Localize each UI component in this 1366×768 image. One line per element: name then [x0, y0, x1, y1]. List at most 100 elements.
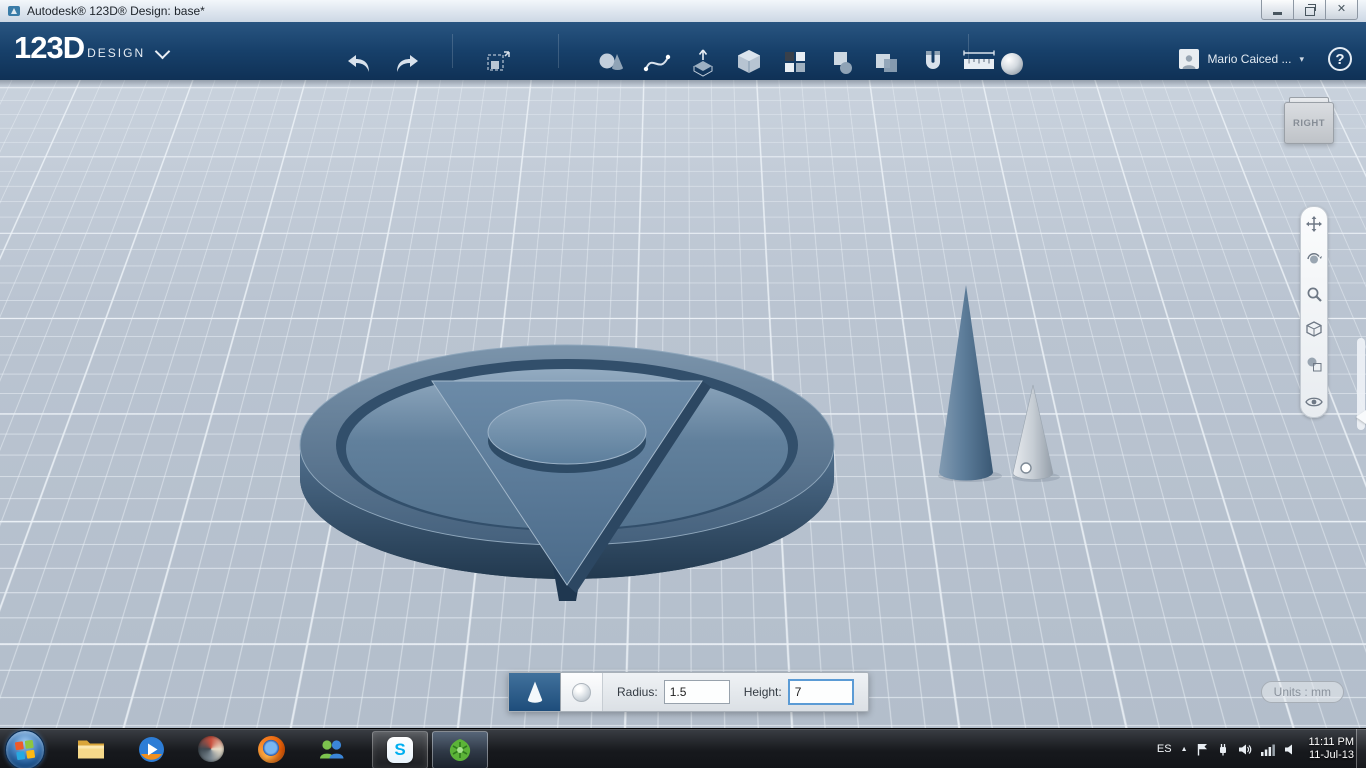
pattern-tool-button[interactable] [778, 46, 812, 78]
media-app-icon [198, 736, 224, 762]
primitives-icon [599, 53, 623, 70]
snap-icon [926, 51, 940, 69]
taskbar-media-app-button[interactable] [184, 731, 238, 767]
app-menu-button[interactable]: 123D DESIGN [14, 30, 171, 66]
user-name: Mario Caiced ... [1207, 52, 1292, 66]
pattern-icon [785, 52, 805, 72]
desktop-screen: Autodesk® 123D® Design: base* ✕ 123D DES… [0, 0, 1366, 768]
toolbar-separator [968, 34, 969, 68]
view-cube-front-face[interactable]: RIGHT [1284, 102, 1334, 144]
material-sphere-icon [1001, 53, 1023, 75]
construct-icon [693, 49, 713, 77]
user-dropdown-icon: ▾ [1299, 53, 1304, 64]
primitives-tool-button[interactable] [594, 46, 628, 78]
close-button[interactable]: ✕ [1325, 0, 1358, 20]
cone-icon [527, 681, 542, 703]
toolbar-separator [452, 34, 453, 68]
material-tool-button[interactable] [996, 50, 1028, 78]
sketch-icon [643, 54, 671, 72]
user-account-menu[interactable]: Mario Caiced ... ▾ [1179, 49, 1304, 69]
radius-label: Radius: [617, 685, 658, 699]
radius-input[interactable] [663, 680, 730, 704]
logo-design: DESIGN [87, 46, 146, 60]
system-tray: ES ▲ 11:11 PM 11-Jul-13 [1157, 729, 1354, 768]
visibility-button[interactable] [1305, 393, 1323, 411]
transform-tool-button[interactable] [478, 46, 518, 80]
start-button[interactable] [5, 730, 45, 768]
panel-collapse-arrow[interactable] [1356, 410, 1366, 424]
snap-tool-button[interactable] [916, 46, 950, 78]
close-icon: ✕ [1336, 3, 1347, 15]
taskbar-messenger-button[interactable] [304, 731, 358, 767]
orbit-button[interactable] [1305, 250, 1323, 268]
view-settings-button[interactable] [1305, 355, 1323, 373]
window-titlebar[interactable]: Autodesk® 123D® Design: base* ✕ [0, 0, 1366, 23]
taskbar-mediaplayer-button[interactable] [124, 731, 178, 767]
construct-tool-button[interactable] [686, 46, 720, 78]
units-indicator: Units : mm [1260, 681, 1344, 703]
3d-viewport[interactable]: RIGHT Radius: 1.5 Height: 7 Units: mm [0, 80, 1366, 728]
clock-time: 11:11 PM [1308, 736, 1354, 748]
action-center-flag-icon[interactable] [1197, 743, 1208, 756]
taskbar-firefox-button[interactable] [244, 731, 298, 767]
power-plug-icon[interactable] [1217, 743, 1229, 756]
language-indicator[interactable]: ES [1157, 743, 1172, 755]
view-settings-icon [1307, 357, 1322, 372]
fit-icon [1306, 321, 1322, 337]
sphere-primitive-button[interactable] [561, 673, 603, 711]
taskbar-clock[interactable]: 11:11 PM 11-Jul-13 [1309, 736, 1354, 762]
undo-button[interactable] [340, 50, 378, 78]
redo-icon [397, 55, 418, 72]
orbit-icon [1307, 253, 1322, 264]
grouping-icon [834, 52, 852, 74]
logo-123d: 123D [14, 30, 85, 65]
volume-icon[interactable] [1238, 743, 1252, 756]
clock-date: 11-Jul-13 [1308, 749, 1354, 761]
minimize-button[interactable] [1261, 0, 1294, 20]
media-player-icon [138, 736, 164, 762]
undo-icon [348, 55, 369, 72]
window-controls: ✕ [1261, 0, 1358, 20]
help-icon: ? [1335, 50, 1345, 68]
taskbar-skype-button[interactable]: S [372, 731, 428, 768]
network-signal-icon[interactable] [1260, 743, 1275, 756]
sketch-tool-button[interactable] [640, 46, 674, 78]
show-desktop-button[interactable] [1356, 729, 1366, 768]
restore-button[interactable] [1293, 0, 1326, 20]
taskbar-123d-design-button[interactable] [432, 731, 488, 768]
menu-chevron-icon [154, 43, 171, 60]
fit-view-button[interactable] [1305, 320, 1323, 338]
height-input[interactable] [787, 679, 854, 705]
grouping-tool-button[interactable] [824, 46, 858, 78]
windows-flag-icon [14, 739, 36, 761]
zoom-button[interactable] [1305, 285, 1323, 303]
combine-tool-button[interactable] [870, 46, 904, 78]
speaker-icon[interactable] [1284, 743, 1296, 756]
messenger-icon [319, 740, 343, 759]
modify-tool-button[interactable] [732, 46, 766, 78]
view-cube[interactable]: RIGHT [1284, 97, 1334, 144]
sphere-icon [572, 682, 591, 702]
folder-icon [78, 740, 104, 759]
ground-grid [0, 80, 1366, 728]
height-label: Height: [743, 685, 782, 699]
tray-expand-icon[interactable]: ▲ [1181, 746, 1188, 753]
modify-icon [738, 50, 760, 73]
combine-icon [876, 54, 897, 72]
redo-button[interactable] [388, 50, 426, 78]
help-button[interactable]: ? [1328, 47, 1352, 71]
primitive-prompt-bar: Radius: Height: [508, 672, 869, 712]
skype-icon: S [387, 737, 413, 763]
pan-icon [1306, 216, 1322, 232]
cone-primitive-button[interactable] [509, 673, 561, 711]
modeling-tools-group [594, 46, 996, 78]
grid-background [0, 80, 1366, 728]
transform-icon [487, 51, 510, 71]
pan-button[interactable] [1305, 215, 1323, 233]
design-app-icon [449, 739, 471, 761]
user-avatar [1179, 49, 1200, 69]
taskbar-explorer-button[interactable] [64, 731, 118, 767]
restore-icon [1304, 3, 1316, 16]
windows-taskbar: S ES ▲ 11:11 PM 11-Jul-13 [0, 728, 1366, 768]
zoom-icon [1307, 287, 1322, 302]
